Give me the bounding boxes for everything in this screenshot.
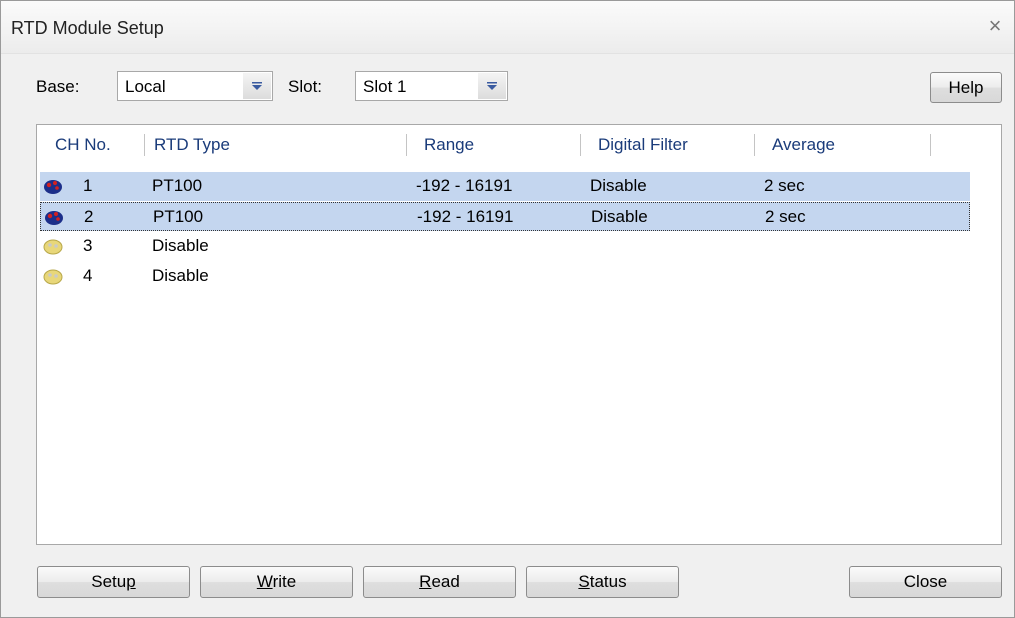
base-dropdown-value: Local: [125, 77, 166, 96]
status-button-accelerator: S: [578, 572, 590, 591]
slot-label: Slot:: [288, 77, 323, 96]
status-button[interactable]: Status: [526, 566, 679, 598]
cell-range: -192 - 16191: [416, 176, 513, 195]
cell-ch-no: 2: [84, 207, 94, 226]
setup-button-label: Setu: [91, 572, 127, 591]
cell-average: 2 sec: [764, 176, 805, 195]
read-button[interactable]: Read: [363, 566, 516, 598]
slot-dropdown-value: Slot 1: [363, 77, 407, 96]
column-divider[interactable]: [580, 134, 581, 156]
col-header-range[interactable]: Range: [424, 135, 474, 155]
write-button[interactable]: Write: [200, 566, 353, 598]
title-bar[interactable]: RTD Module Setup ×: [1, 1, 1014, 54]
setup-button[interactable]: Setup: [37, 566, 190, 598]
cell-ch-no: 1: [83, 176, 93, 195]
channel-disabled-icon: [43, 269, 63, 285]
table-row[interactable]: 4 Disable: [40, 262, 970, 291]
cell-digital-filter: Disable: [590, 176, 647, 195]
table-row[interactable]: 3 Disable: [40, 232, 970, 261]
column-divider[interactable]: [406, 134, 407, 156]
write-button-accelerator: W: [256, 572, 273, 591]
read-button-label: ead: [431, 572, 460, 591]
table-row[interactable]: 2 PT100 -192 - 16191 Disable 2 sec: [40, 202, 970, 231]
column-divider[interactable]: [144, 134, 145, 156]
col-header-digital-filter[interactable]: Digital Filter: [598, 135, 688, 155]
column-divider[interactable]: [754, 134, 755, 156]
close-button[interactable]: Close: [849, 566, 1002, 598]
channel-active-icon: [44, 180, 62, 194]
slot-dropdown-arrow-icon[interactable]: [478, 73, 506, 99]
cell-rtd-type: PT100: [152, 176, 203, 195]
close-window-icon[interactable]: ×: [980, 11, 1010, 41]
col-header-rtd-type[interactable]: RTD Type: [154, 135, 230, 155]
cell-rtd-type: Disable: [152, 266, 209, 285]
read-button-accelerator: R: [419, 572, 432, 591]
channel-active-icon: [45, 211, 63, 225]
cell-ch-no: 3: [83, 236, 93, 255]
base-label: Base:: [36, 77, 80, 96]
write-button-label: rite: [272, 572, 297, 591]
channel-list[interactable]: CH No. RTD Type Range Digital Filter Ave…: [36, 124, 1002, 545]
cell-ch-no: 4: [83, 266, 93, 285]
base-dropdown[interactable]: Local: [117, 71, 273, 101]
cell-average: 2 sec: [765, 207, 806, 226]
table-row[interactable]: 1 PT100 -192 - 16191 Disable 2 sec: [40, 172, 970, 201]
rtd-module-setup-dialog: RTD Module Setup × Base: Local Slot: Slo…: [0, 0, 1015, 618]
cell-rtd-type: Disable: [152, 236, 209, 255]
column-divider[interactable]: [930, 134, 931, 156]
col-header-ch-no[interactable]: CH No.: [55, 135, 111, 155]
channel-disabled-icon: [43, 239, 63, 255]
slot-dropdown[interactable]: Slot 1: [355, 71, 508, 101]
cell-digital-filter: Disable: [591, 207, 648, 226]
cell-rtd-type: PT100: [153, 207, 204, 226]
status-button-label: tatus: [589, 572, 627, 591]
window-title: RTD Module Setup: [11, 18, 164, 38]
help-button[interactable]: Help: [930, 72, 1002, 103]
cell-range: -192 - 16191: [417, 207, 514, 226]
base-dropdown-arrow-icon[interactable]: [243, 73, 271, 99]
col-header-average[interactable]: Average: [772, 135, 835, 155]
setup-button-accelerator: p: [126, 572, 136, 591]
